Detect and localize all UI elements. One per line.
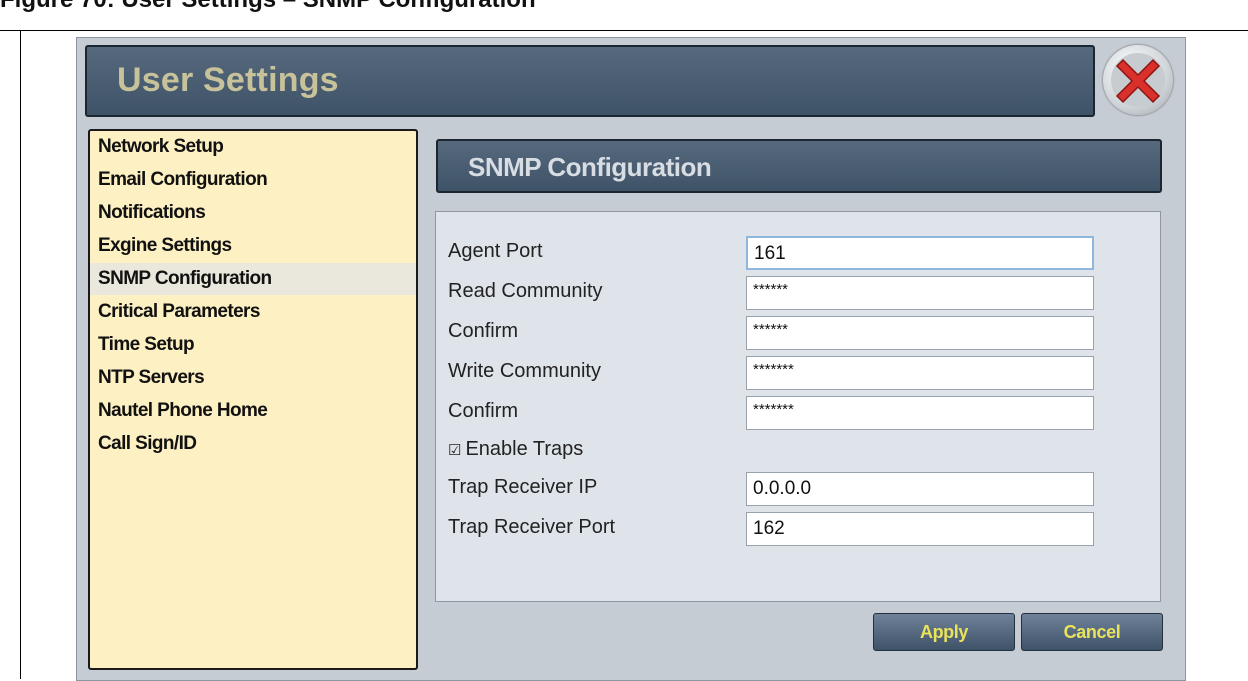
read-community-input[interactable]: ****** (746, 276, 1094, 310)
agent-port-input[interactable]: 161 (746, 236, 1094, 270)
trap-receiver-ip-label: Trap Receiver IP (448, 476, 598, 498)
document-caption: Figure 70: User Settings – SNMP Configur… (0, 0, 1248, 16)
section-header: SNMP Configuration (436, 139, 1162, 193)
sidebar-item-call-sign-id[interactable]: Call Sign/ID (90, 428, 416, 460)
write-confirm-input[interactable]: ******* (746, 396, 1094, 430)
read-confirm-label: Confirm (448, 320, 519, 342)
trap-receiver-port-label: Trap Receiver Port (448, 516, 616, 538)
sidebar-item-time-setup[interactable]: Time Setup (90, 329, 416, 361)
trap-receiver-ip-input[interactable]: 0.0.0.0 (746, 472, 1094, 506)
write-community-label: Write Community (448, 360, 601, 382)
cancel-button[interactable]: Cancel (1021, 613, 1163, 651)
sidebar-item-nautel-phone-home[interactable]: Nautel Phone Home (90, 395, 416, 427)
enable-traps-checkbox[interactable]: ☑ Enable Traps (448, 438, 583, 461)
read-confirm-input[interactable]: ****** (746, 316, 1094, 350)
document-border-left (20, 30, 21, 679)
read-community-label: Read Community (448, 280, 603, 302)
window-title: User Settings (117, 61, 339, 99)
sidebar-item-exgine-settings[interactable]: Exgine Settings (90, 230, 416, 262)
close-button[interactable] (1103, 45, 1173, 115)
settings-sidebar: Network Setup Email Configuration Notifi… (88, 129, 418, 670)
sidebar-item-ntp-servers[interactable]: NTP Servers (90, 362, 416, 394)
close-x-icon (1111, 53, 1165, 107)
sidebar-item-email-configuration[interactable]: Email Configuration (90, 164, 416, 196)
apply-button[interactable]: Apply (873, 613, 1015, 651)
sidebar-item-notifications[interactable]: Notifications (90, 197, 416, 229)
write-community-input[interactable]: ******* (746, 356, 1094, 390)
snmp-form-panel: Agent Port 161 Read Community ****** Con… (435, 211, 1161, 602)
user-settings-window: User Settings Network Setup Email Config… (76, 37, 1186, 681)
document-border-top (0, 30, 1248, 31)
window-title-bar: User Settings (85, 45, 1095, 117)
checkbox-checked-icon: ☑ (448, 442, 462, 459)
trap-receiver-port-input[interactable]: 162 (746, 512, 1094, 546)
sidebar-item-critical-parameters[interactable]: Critical Parameters (90, 296, 416, 328)
section-title: SNMP Configuration (468, 152, 712, 182)
sidebar-item-snmp-configuration[interactable]: SNMP Configuration (90, 263, 416, 295)
write-confirm-label: Confirm (448, 400, 519, 422)
agent-port-label: Agent Port (448, 240, 543, 262)
sidebar-item-network-setup[interactable]: Network Setup (90, 131, 416, 163)
enable-traps-label: Enable Traps (465, 438, 584, 460)
